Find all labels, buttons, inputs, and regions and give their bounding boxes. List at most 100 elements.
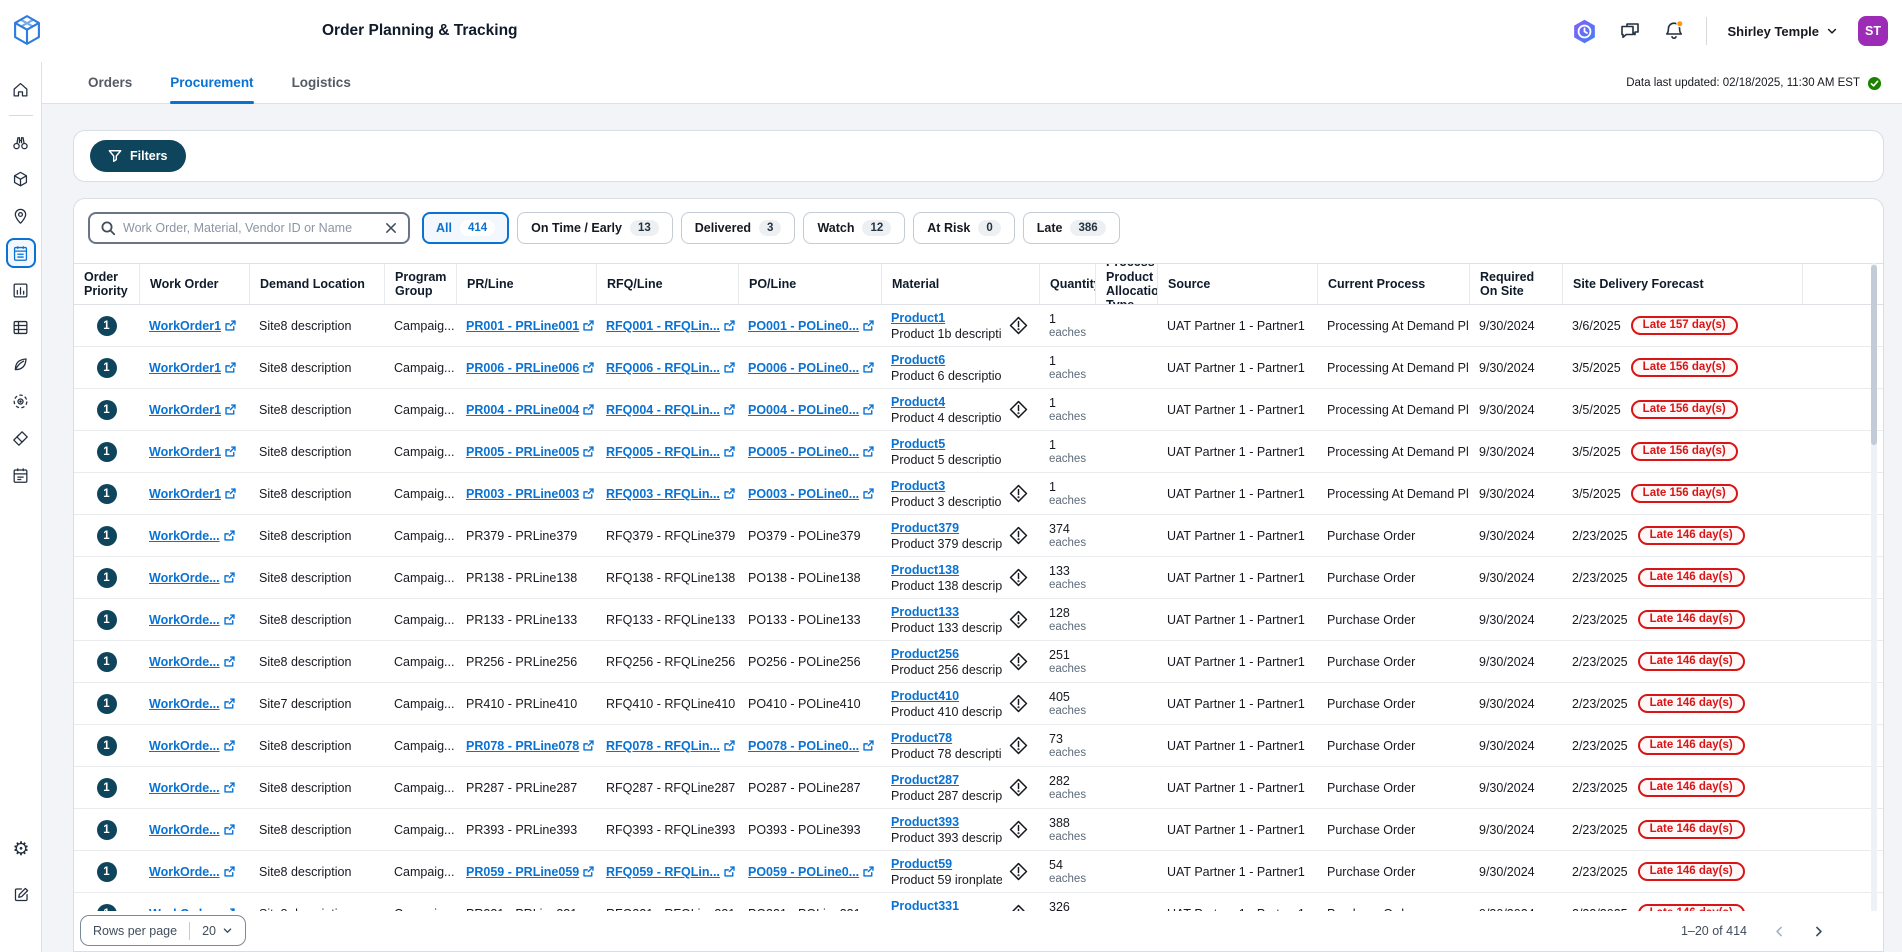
material-link[interactable]: Product4: [891, 395, 1002, 409]
column-header-program-group[interactable]: Program Group: [384, 264, 456, 304]
material-link[interactable]: Product1: [891, 311, 1002, 325]
table-row[interactable]: 1 WorkOrde... Site8 description Campaig.…: [74, 599, 1883, 641]
avatar[interactable]: ST: [1858, 16, 1888, 46]
rfq-line-link[interactable]: RFQ003 - RFQLin...: [606, 487, 736, 501]
work-order-link[interactable]: WorkOrder1: [149, 487, 237, 501]
sidebar-item-sustainability[interactable]: [6, 349, 36, 379]
po-line-link[interactable]: PO138 - POLine138: [748, 571, 861, 585]
pr-line-link[interactable]: PR078 - PRLine078: [466, 739, 595, 753]
sidebar-item-settings[interactable]: ⚙: [6, 834, 36, 864]
rows-per-page-select[interactable]: Rows per page 20: [80, 915, 246, 946]
material-link[interactable]: Product393: [891, 815, 1002, 829]
sidebar-item-target[interactable]: [6, 386, 36, 416]
column-header-quantity[interactable]: Quantity/: [1039, 264, 1095, 304]
pr-line-link[interactable]: PR379 - PRLine379: [466, 529, 577, 543]
po-line-link[interactable]: PO001 - POLine0...: [748, 319, 875, 333]
work-order-link[interactable]: WorkOrde...: [149, 739, 236, 753]
po-line-link[interactable]: PO003 - POLine0...: [748, 487, 875, 501]
table-row[interactable]: 1 WorkOrde... Site7 description Campaig.…: [74, 683, 1883, 725]
clear-search-icon[interactable]: [384, 221, 398, 235]
po-line-link[interactable]: PO410 - POLine410: [748, 697, 861, 711]
sidebar-item-list[interactable]: [6, 312, 36, 342]
column-header-demand-location[interactable]: Demand Location: [249, 264, 384, 304]
pr-line-link[interactable]: PR003 - PRLine003: [466, 487, 595, 501]
pr-line-link[interactable]: PR006 - PRLine006: [466, 361, 595, 375]
po-line-link[interactable]: PO256 - POLine256: [748, 655, 861, 669]
work-order-link[interactable]: WorkOrder1: [149, 361, 237, 375]
rfq-line-link[interactable]: RFQ379 - RFQLine379: [606, 529, 735, 543]
column-header-current-process[interactable]: Current Process: [1317, 264, 1469, 304]
search-input[interactable]: [123, 221, 377, 235]
rfq-line-link[interactable]: RFQ001 - RFQLin...: [606, 319, 736, 333]
filter-chip[interactable]: Watch 12: [803, 212, 905, 244]
work-order-link[interactable]: WorkOrde...: [149, 571, 236, 585]
tab-procurement[interactable]: Procurement: [170, 62, 253, 103]
rfq-line-link[interactable]: RFQ059 - RFQLin...: [606, 865, 736, 879]
column-header-order-priority[interactable]: Order Priority: [74, 264, 139, 304]
rfq-line-link[interactable]: RFQ133 - RFQLine133: [606, 613, 735, 627]
work-order-link[interactable]: WorkOrde...: [149, 865, 236, 879]
po-line-link[interactable]: PO059 - POLine0...: [748, 865, 875, 879]
pr-line-link[interactable]: PR005 - PRLine005: [466, 445, 595, 459]
chat-icon[interactable]: [1618, 19, 1642, 43]
column-header-site-delivery-forecast[interactable]: Site Delivery Forecast: [1562, 264, 1802, 304]
sidebar-item-home[interactable]: [6, 74, 36, 104]
po-line-link[interactable]: PO006 - POLine0...: [748, 361, 875, 375]
filter-chip[interactable]: All 414: [422, 212, 509, 244]
table-row[interactable]: 1 WorkOrde... Site8 description Campaig.…: [74, 515, 1883, 557]
material-link[interactable]: Product3: [891, 479, 1002, 493]
table-row[interactable]: 1 WorkOrde... Site8 description Campaig.…: [74, 809, 1883, 851]
rfq-line-link[interactable]: RFQ006 - RFQLin...: [606, 361, 736, 375]
table-row[interactable]: 1 WorkOrde... Site8 description Campaig.…: [74, 851, 1883, 893]
column-header-pr-line[interactable]: PR/Line: [456, 264, 596, 304]
previous-page-button[interactable]: [1773, 925, 1786, 938]
filter-chip[interactable]: Late 386: [1023, 212, 1120, 244]
material-link[interactable]: Product379: [891, 521, 1002, 535]
material-link[interactable]: Product59: [891, 857, 1002, 871]
table-row[interactable]: 1 WorkOrde... Site8 description Campaig.…: [74, 767, 1883, 809]
sidebar-item-calendar[interactable]: [6, 460, 36, 490]
pr-line-link[interactable]: PR133 - PRLine133: [466, 613, 577, 627]
notifications-bell-icon[interactable]: [1662, 19, 1686, 43]
work-order-link[interactable]: WorkOrde...: [149, 781, 236, 795]
sidebar-item-orders[interactable]: [6, 238, 36, 268]
work-order-link[interactable]: WorkOrde...: [149, 697, 236, 711]
filter-chip[interactable]: At Risk 0: [913, 212, 1014, 244]
table-row[interactable]: 1 WorkOrder1 Site8 description Campaig..…: [74, 473, 1883, 515]
po-line-link[interactable]: PO287 - POLine287: [748, 781, 861, 795]
sidebar-item-layers[interactable]: [6, 423, 36, 453]
sidebar-item-feedback[interactable]: [6, 879, 36, 909]
table-row[interactable]: 1 WorkOrde... Site8 description Campaig.…: [74, 641, 1883, 683]
material-link[interactable]: Product6: [891, 353, 1002, 367]
sidebar-item-inventory[interactable]: [6, 164, 36, 194]
app-hexagon-clock-icon[interactable]: [1571, 18, 1598, 45]
pr-line-link[interactable]: PR256 - PRLine256: [466, 655, 577, 669]
rfq-line-link[interactable]: RFQ287 - RFQLine287: [606, 781, 735, 795]
material-link[interactable]: Product78: [891, 731, 1002, 745]
user-menu[interactable]: Shirley Temple: [1727, 24, 1838, 39]
filter-chip[interactable]: Delivered 3: [681, 212, 796, 244]
pr-line-link[interactable]: PR004 - PRLine004: [466, 403, 595, 417]
tab-orders[interactable]: Orders: [88, 62, 132, 103]
material-link[interactable]: Product256: [891, 647, 1002, 661]
column-header-process-product-allocation-type[interactable]: Process Product Allocation Type: [1095, 264, 1157, 304]
rfq-line-link[interactable]: RFQ005 - RFQLin...: [606, 445, 736, 459]
column-header-material[interactable]: Material: [881, 264, 1039, 304]
work-order-link[interactable]: WorkOrde...: [149, 823, 236, 837]
po-line-link[interactable]: PO005 - POLine0...: [748, 445, 875, 459]
table-row[interactable]: 1 WorkOrder1 Site8 description Campaig..…: [74, 389, 1883, 431]
work-order-link[interactable]: WorkOrde...: [149, 613, 236, 627]
column-header-rfq-line[interactable]: RFQ/Line: [596, 264, 738, 304]
rfq-line-link[interactable]: RFQ138 - RFQLine138: [606, 571, 735, 585]
next-page-button[interactable]: [1812, 925, 1825, 938]
pr-line-link[interactable]: PR001 - PRLine001: [466, 319, 595, 333]
material-link[interactable]: Product287: [891, 773, 1002, 787]
sidebar-item-locations[interactable]: [6, 201, 36, 231]
pr-line-link[interactable]: PR059 - PRLine059: [466, 865, 595, 879]
po-line-link[interactable]: PO004 - POLine0...: [748, 403, 875, 417]
rfq-line-link[interactable]: RFQ256 - RFQLine256: [606, 655, 735, 669]
po-line-link[interactable]: PO379 - POLine379: [748, 529, 861, 543]
filters-button[interactable]: Filters: [90, 140, 186, 172]
column-header-po-line[interactable]: PO/Line: [738, 264, 881, 304]
table-row[interactable]: 1 WorkOrder1 Site8 description Campaig..…: [74, 431, 1883, 473]
